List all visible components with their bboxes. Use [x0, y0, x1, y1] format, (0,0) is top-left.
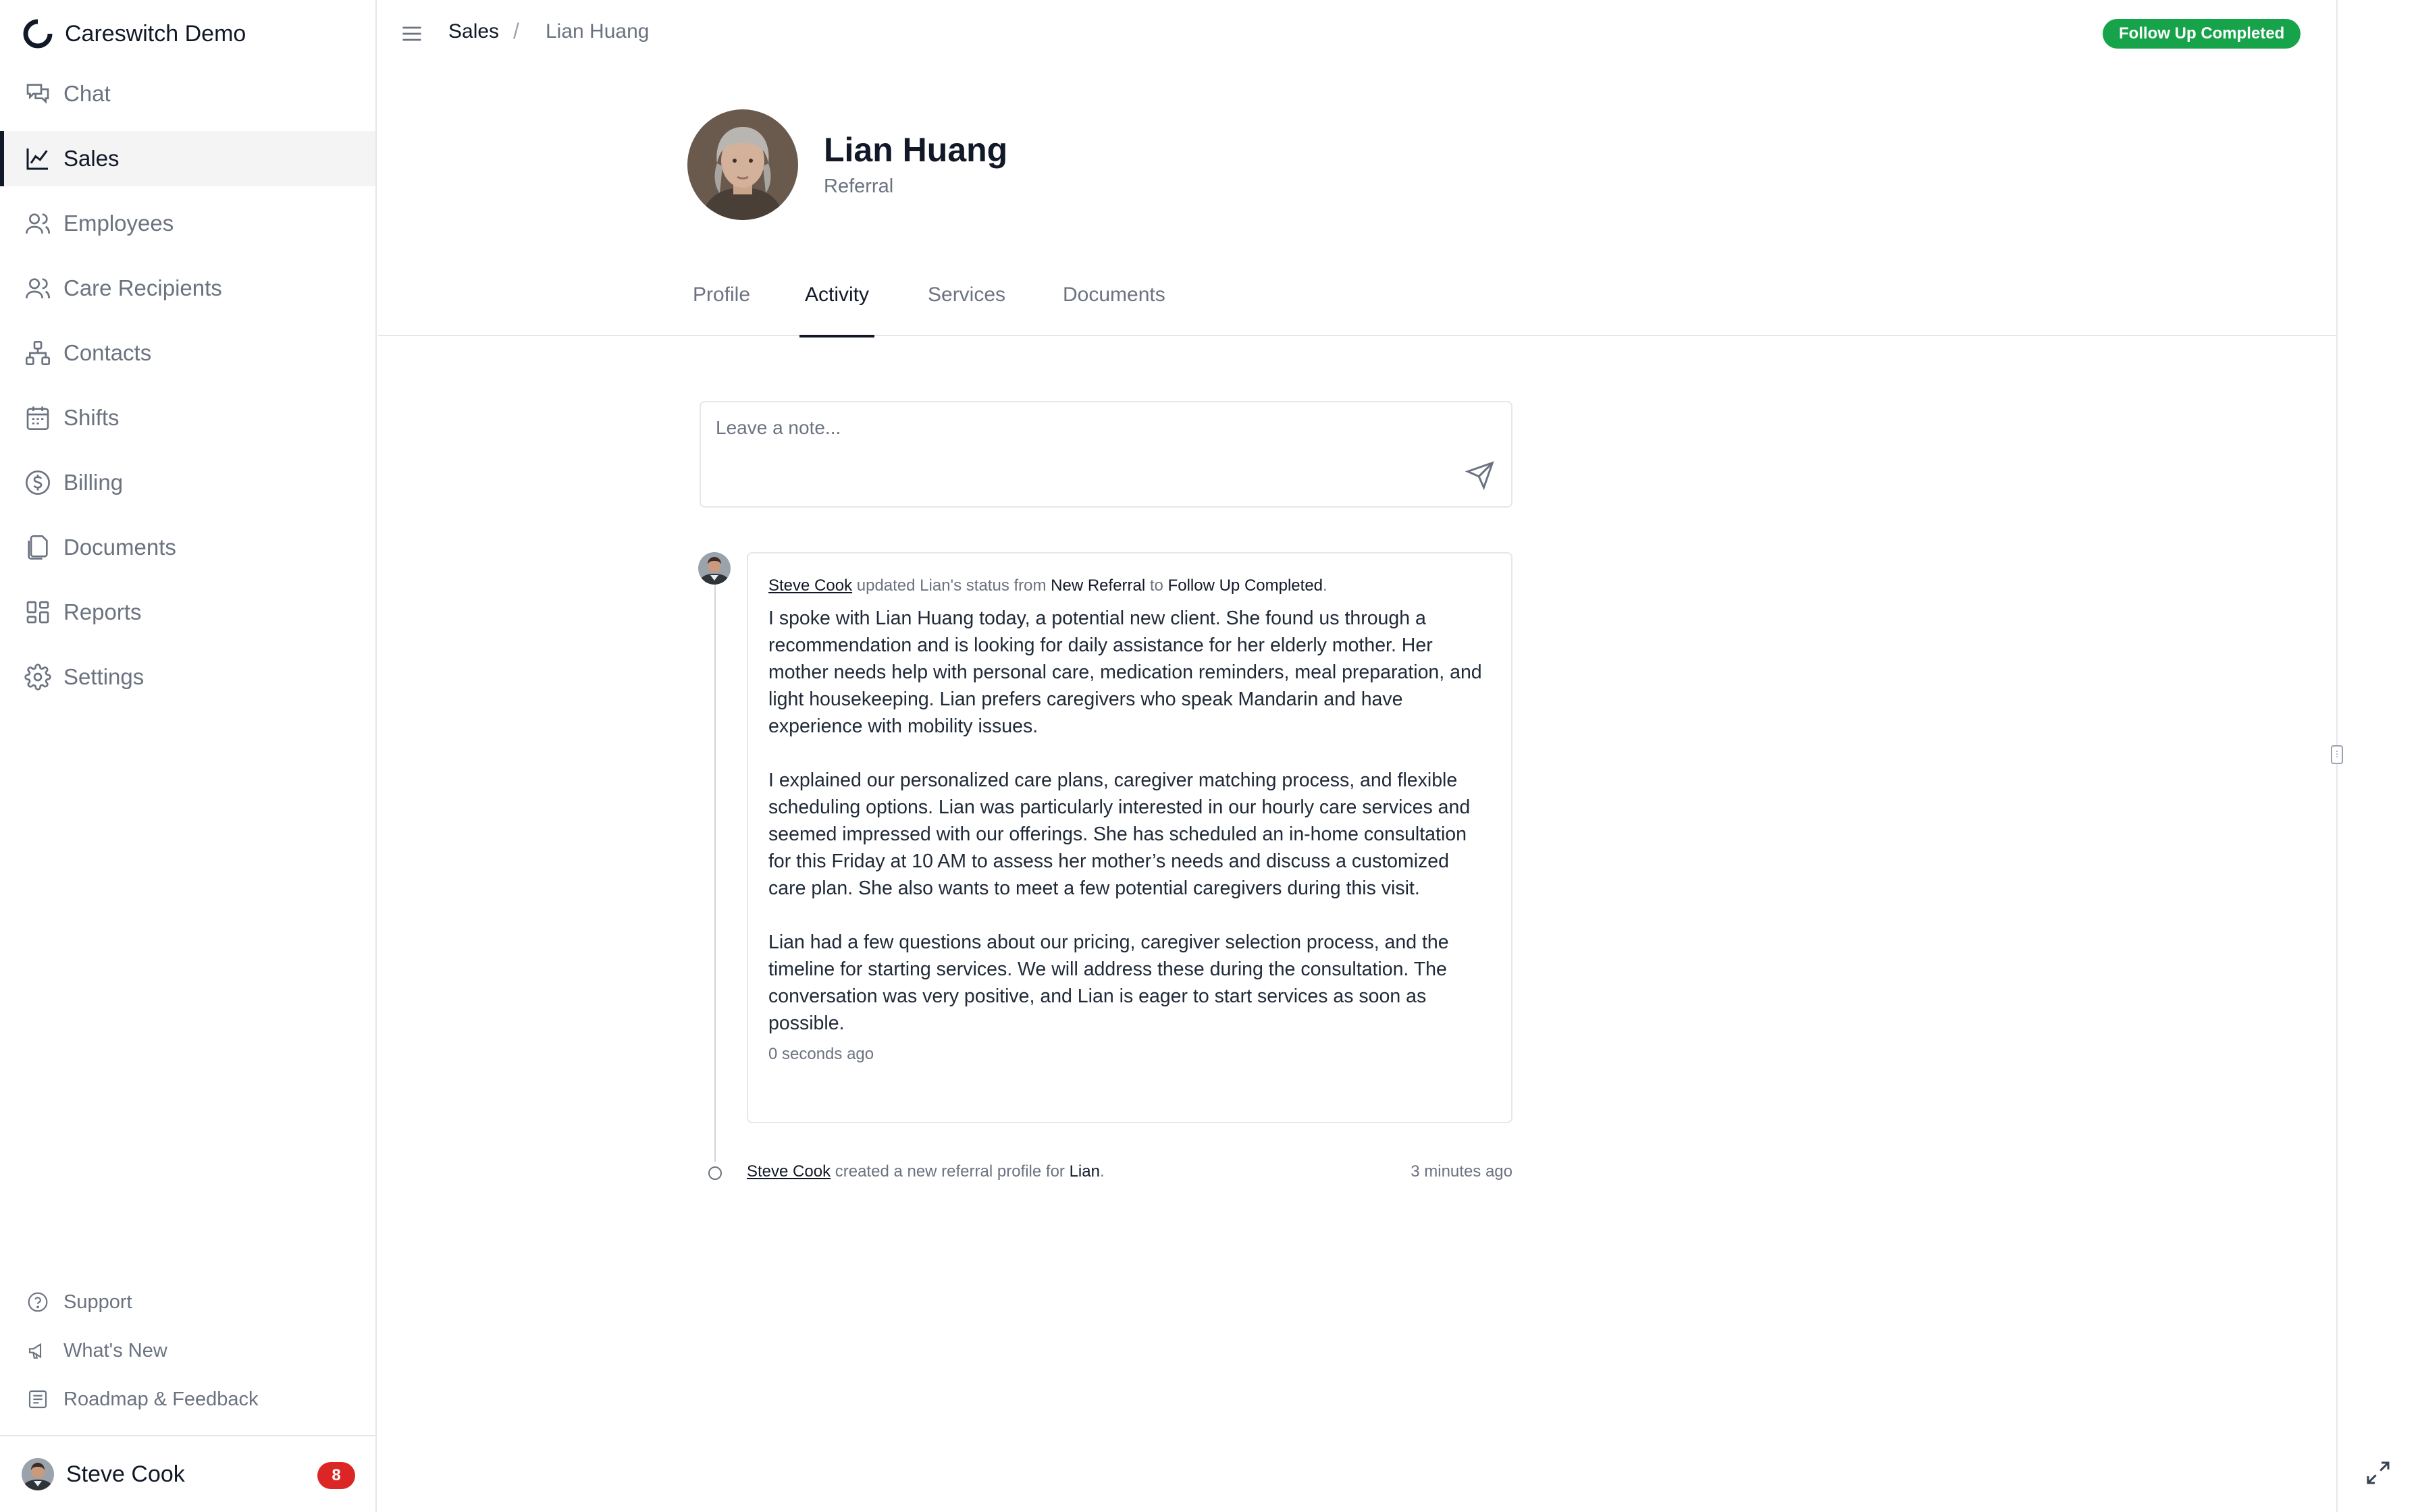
breadcrumb-separator: /: [513, 19, 519, 43]
sidebar-item-label: Contacts: [63, 340, 152, 365]
roadmap-feedback-label: Roadmap & Feedback: [63, 1388, 259, 1410]
chart-line-icon: [26, 148, 48, 170]
timeline-dot: [708, 1166, 722, 1180]
current-user[interactable]: Steve Cook 8: [0, 1435, 375, 1512]
note-composer: [700, 401, 1512, 508]
whats-new-link[interactable]: What's New: [0, 1331, 375, 1370]
files-icon: [28, 535, 48, 560]
sidebar-item-label: Documents: [63, 535, 176, 560]
sidebar-item-documents[interactable]: Documents: [0, 520, 375, 575]
profile-subtitle: Referral: [824, 176, 894, 197]
tab-activity[interactable]: Activity: [799, 284, 875, 338]
app-window: Careswitch Demo Chat Sales Employees Car…: [0, 0, 2420, 1512]
sidebar-item-sales[interactable]: Sales: [0, 131, 375, 186]
megaphone-icon: [28, 1343, 42, 1359]
sidebar-item-label: Employees: [63, 211, 174, 236]
support-label: Support: [63, 1291, 132, 1313]
note-input[interactable]: [716, 414, 1458, 441]
breadcrumb-current: Lian Huang: [546, 20, 650, 43]
tab-services[interactable]: Services: [922, 284, 1011, 336]
sidebar-footer-links: Support What's New Roadmap & Feedback: [0, 1282, 375, 1428]
whats-new-label: What's New: [63, 1339, 167, 1361]
brand[interactable]: Careswitch Demo: [22, 18, 246, 50]
sidebar-item-label: Care Recipients: [63, 275, 222, 300]
avatar: [22, 1458, 54, 1490]
sidebar-item-care-recipients[interactable]: Care Recipients: [0, 261, 375, 316]
avatar: [698, 552, 731, 585]
notification-count-badge[interactable]: 8: [317, 1462, 355, 1489]
activity-timestamp: 0 seconds ago: [768, 1045, 874, 1063]
help-circle-icon: [28, 1292, 48, 1312]
list-icon: [28, 1390, 47, 1409]
timeline-line: [714, 580, 716, 1162]
breadcrumb-sales-link[interactable]: Sales: [448, 20, 499, 43]
sidebar-item-employees[interactable]: Employees: [0, 196, 375, 251]
activity-header: Steve Cook updated Lian's status from Ne…: [768, 574, 1491, 598]
roadmap-feedback-link[interactable]: Roadmap & Feedback: [0, 1380, 375, 1419]
hamburger-menu-icon[interactable]: [400, 22, 424, 46]
gear-icon: [24, 664, 51, 691]
send-icon[interactable]: [1465, 460, 1495, 490]
sidebar-nav: Chat Sales Employees Care Recipients Con…: [0, 66, 375, 714]
main-content: Sales / Lian Huang Follow Up Completed L…: [378, 0, 2339, 1512]
page-title: Lian Huang: [824, 131, 1008, 169]
note-paragraph: I explained our personalized care plans,…: [768, 770, 1471, 899]
support-link[interactable]: Support: [0, 1282, 375, 1322]
sidebar: Careswitch Demo Chat Sales Employees Car…: [0, 0, 377, 1512]
expand-icon[interactable]: [2365, 1459, 2392, 1486]
sidebar-item-label: Sales: [63, 146, 120, 171]
sidebar-item-label: Shifts: [63, 405, 120, 430]
activity-text: created a new referral profile for: [831, 1162, 1070, 1181]
note-paragraph: Lian had a few questions about our prici…: [768, 932, 1449, 1034]
user-name: Steve Cook: [66, 1461, 185, 1487]
activity-text: .: [1323, 576, 1327, 595]
dollar-circle-icon: [26, 470, 50, 495]
users-icon: [26, 278, 50, 299]
network-icon: [26, 341, 50, 365]
activity-target: Lian: [1069, 1162, 1100, 1181]
profile-header: Lian Huang Referral: [687, 109, 1007, 220]
resize-handle[interactable]: ⋮: [2331, 745, 2343, 764]
tab-documents[interactable]: Documents: [1057, 284, 1171, 336]
activity-timestamp: 3 minutes ago: [1411, 1162, 1512, 1181]
sidebar-item-label: Settings: [63, 664, 144, 689]
activity-from-status: New Referral: [1051, 576, 1146, 595]
activity-to-status: Follow Up Completed: [1167, 576, 1323, 595]
sidebar-item-label: Reports: [63, 599, 142, 624]
sidebar-item-chat[interactable]: Chat: [0, 66, 375, 122]
activity-event: Steve Cook created a new referral profil…: [747, 1160, 1105, 1184]
activity-actor-link[interactable]: Steve Cook: [768, 576, 852, 595]
profile-text: Lian Huang Referral: [824, 132, 1007, 198]
brand-name: Careswitch Demo: [65, 20, 246, 47]
tab-profile[interactable]: Profile: [687, 284, 756, 336]
sidebar-item-billing[interactable]: Billing: [0, 455, 375, 510]
brand-logo-icon: [23, 18, 53, 49]
user-avatar-icon: [698, 552, 731, 585]
sidebar-item-settings[interactable]: Settings: [0, 649, 375, 705]
activity-note-body: I spoke with Lian Huang today, a potenti…: [768, 605, 1491, 1037]
activity-note-card: Steve Cook updated Lian's status from Ne…: [747, 552, 1512, 1123]
avatar: [687, 109, 798, 220]
sidebar-item-label: Billing: [63, 470, 124, 495]
note-paragraph: I spoke with Lian Huang today, a potenti…: [768, 608, 1482, 737]
calendar-icon: [26, 406, 49, 430]
grid-icon: [26, 601, 49, 624]
status-badge[interactable]: Follow Up Completed: [2103, 19, 2301, 49]
sidebar-item-label: Chat: [63, 81, 111, 106]
activity-actor-link[interactable]: Steve Cook: [747, 1162, 831, 1181]
users-icon: [26, 213, 50, 234]
tab-bar: Profile Activity Services Documents: [378, 270, 2336, 338]
activity-text: to: [1145, 576, 1168, 595]
top-bar: Sales / Lian Huang Follow Up Completed: [378, 0, 2336, 68]
profile-avatar-icon: [687, 109, 798, 220]
sidebar-item-contacts[interactable]: Contacts: [0, 325, 375, 381]
activity-text: .: [1099, 1162, 1105, 1181]
user-avatar-icon: [22, 1458, 54, 1490]
chat-icon: [26, 84, 49, 104]
sidebar-item-reports[interactable]: Reports: [0, 585, 375, 640]
sidebar-item-shifts[interactable]: Shifts: [0, 390, 375, 446]
activity-text: updated Lian's status from: [852, 576, 1051, 595]
